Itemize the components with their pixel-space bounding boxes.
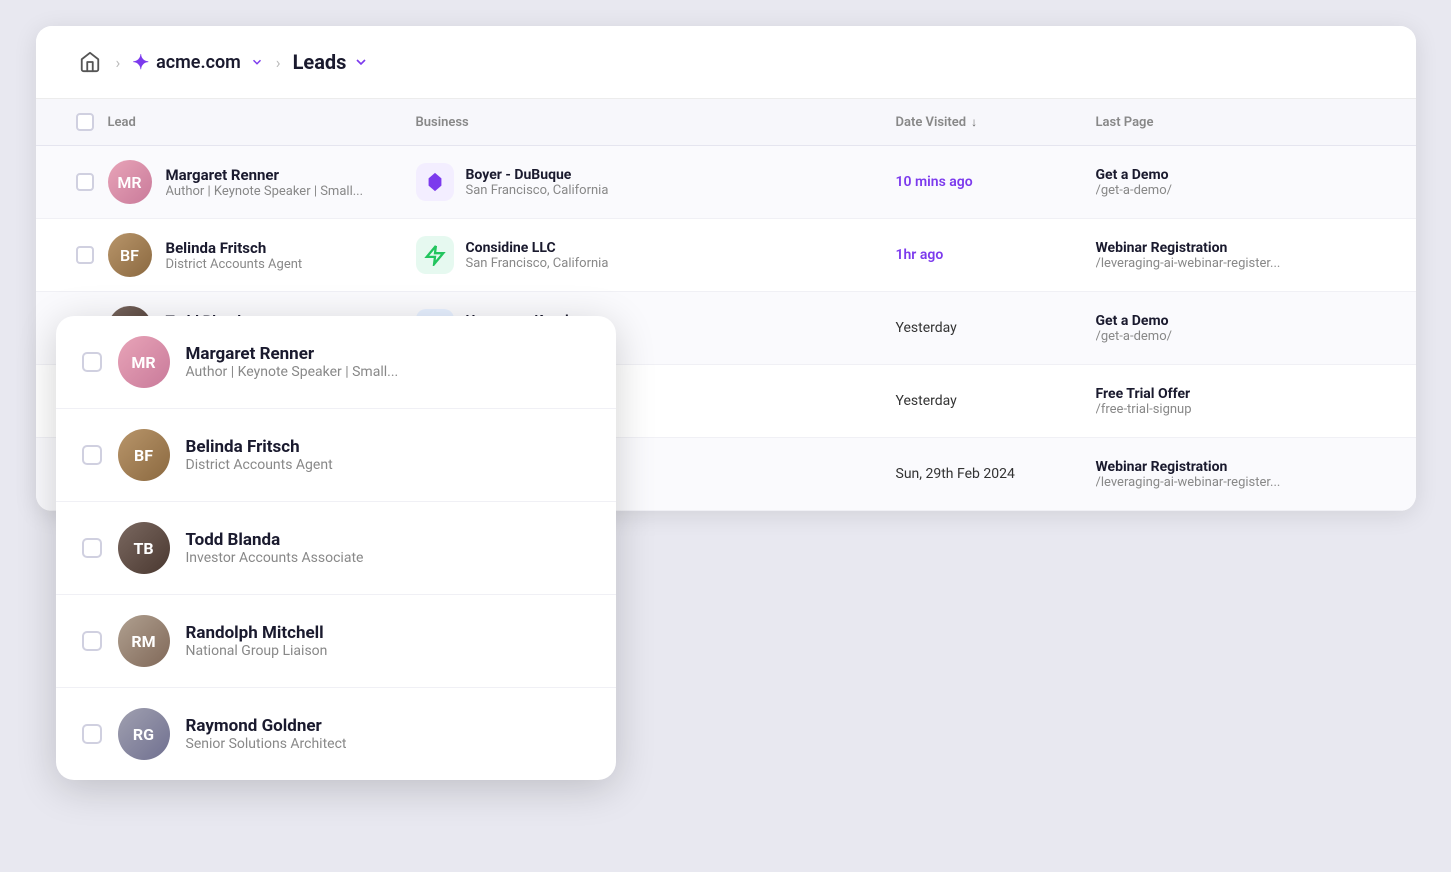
page-title: Get a Demo <box>1096 167 1376 183</box>
th-lead: Lead <box>76 113 416 131</box>
breadcrumb-sep-1: › <box>116 53 121 72</box>
overlay-avatar: BF <box>118 429 170 481</box>
table-row[interactable]: MR Margaret Renner Author | Keynote Spea… <box>36 146 1416 219</box>
date-visited: 1hr ago <box>896 247 1096 263</box>
overlay-list-item[interactable]: MR Margaret Renner Author | Keynote Spea… <box>56 316 616 409</box>
overlay-panel: MR Margaret Renner Author | Keynote Spea… <box>56 316 616 780</box>
biz-logo <box>416 236 454 274</box>
page-url: /get-a-demo/ <box>1096 183 1356 198</box>
overlay-title: National Group Liaison <box>186 643 328 659</box>
overlay-title: Author | Keynote Speaker | Small... <box>186 364 399 380</box>
page-title: Webinar Registration <box>1096 459 1376 475</box>
page-title: Free Trial Offer <box>1096 386 1376 402</box>
lead-cell: BF Belinda Fritsch District Accounts Age… <box>76 233 416 277</box>
overlay-checkbox[interactable] <box>82 631 102 651</box>
lead-info: Margaret Renner Author | Keynote Speaker… <box>166 166 364 199</box>
overlay-avatar: RG <box>118 708 170 760</box>
home-icon[interactable] <box>76 48 104 76</box>
brand-name: acme.com <box>156 52 241 73</box>
page-url: /free-trial-signup <box>1096 402 1356 417</box>
overlay-info: Belinda Fritsch District Accounts Agent <box>186 437 333 473</box>
overlay-info: Margaret Renner Author | Keynote Speaker… <box>186 344 399 380</box>
lead-cell: MR Margaret Renner Author | Keynote Spea… <box>76 160 416 204</box>
biz-name: Considine LLC <box>466 240 609 256</box>
date-visited: Sun, 29th Feb 2024 <box>896 466 1096 482</box>
table-header: Lead Business Date Visited ↓ Last Page <box>36 99 1416 146</box>
avatar: BF <box>108 233 152 277</box>
page-cell: Get a Demo /get-a-demo/ <box>1096 313 1376 344</box>
overlay-name: Margaret Renner <box>186 344 399 364</box>
page-cell: Free Trial Offer /free-trial-signup <box>1096 386 1376 417</box>
biz-name: Boyer - DuBuque <box>466 167 609 183</box>
page-url: /leveraging-ai-webinar-register... <box>1096 256 1356 271</box>
overlay-avatar: MR <box>118 336 170 388</box>
overlay-list-item[interactable]: TB Todd Blanda Investor Accounts Associa… <box>56 502 616 595</box>
select-all-checkbox[interactable] <box>76 113 94 131</box>
overlay-name: Randolph Mitchell <box>186 623 328 643</box>
lead-title: District Accounts Agent <box>166 257 303 272</box>
page-title: Webinar Registration <box>1096 240 1376 256</box>
overlay-checkbox[interactable] <box>82 352 102 372</box>
leads-label: Leads <box>293 50 347 74</box>
lead-title: Author | Keynote Speaker | Small... <box>166 184 364 199</box>
biz-location: San Francisco, California <box>466 183 609 198</box>
page-title: Get a Demo <box>1096 313 1376 329</box>
page-cell: Webinar Registration /leveraging-ai-webi… <box>1096 459 1376 490</box>
leads-dropdown-icon[interactable] <box>353 54 369 70</box>
overlay-list-item[interactable]: RG Raymond Goldner Senior Solutions Arch… <box>56 688 616 780</box>
overlay-title: Senior Solutions Architect <box>186 736 347 752</box>
overlay-checkbox[interactable] <box>82 445 102 465</box>
biz-info: Boyer - DuBuque San Francisco, Californi… <box>466 167 609 198</box>
breadcrumb-leads[interactable]: Leads <box>293 50 370 74</box>
biz-info: Considine LLC San Francisco, California <box>466 240 609 271</box>
lead-name: Margaret Renner <box>166 166 364 184</box>
avatar: MR <box>108 160 152 204</box>
date-visited: 10 mins ago <box>896 174 1096 190</box>
overlay-info: Raymond Goldner Senior Solutions Archite… <box>186 716 347 752</box>
row-checkbox[interactable] <box>76 246 94 264</box>
business-cell: Considine LLC San Francisco, California <box>416 236 896 274</box>
business-cell: Boyer - DuBuque San Francisco, Californi… <box>416 163 896 201</box>
overlay-checkbox[interactable] <box>82 538 102 558</box>
overlay-title: Investor Accounts Associate <box>186 550 364 566</box>
page-cell: Get a Demo /get-a-demo/ <box>1096 167 1376 198</box>
overlay-title: District Accounts Agent <box>186 457 333 473</box>
overlay-list-item[interactable]: RM Randolph Mitchell National Group Liai… <box>56 595 616 688</box>
overlay-avatar: TB <box>118 522 170 574</box>
breadcrumb: › ✦ acme.com › Leads <box>36 26 1416 99</box>
biz-location: San Francisco, California <box>466 256 609 271</box>
sort-arrow-icon: ↓ <box>971 115 977 129</box>
overlay-name: Belinda Fritsch <box>186 437 333 457</box>
row-checkbox[interactable] <box>76 173 94 191</box>
page-cell: Webinar Registration /leveraging-ai-webi… <box>1096 240 1376 271</box>
breadcrumb-sep-2: › <box>276 53 281 72</box>
overlay-info: Todd Blanda Investor Accounts Associate <box>186 530 364 566</box>
brand-star-icon: ✦ <box>132 50 149 74</box>
overlay-checkbox[interactable] <box>82 724 102 744</box>
lead-info: Belinda Fritsch District Accounts Agent <box>166 239 303 272</box>
biz-logo <box>416 163 454 201</box>
overlay-avatar: RM <box>118 615 170 667</box>
overlay-name: Raymond Goldner <box>186 716 347 736</box>
th-business: Business <box>416 115 896 130</box>
overlay-name: Todd Blanda <box>186 530 364 550</box>
overlay-list-item[interactable]: BF Belinda Fritsch District Accounts Age… <box>56 409 616 502</box>
brand-dropdown-icon[interactable] <box>250 55 264 69</box>
table-row[interactable]: BF Belinda Fritsch District Accounts Age… <box>36 219 1416 292</box>
breadcrumb-brand[interactable]: ✦ acme.com <box>132 50 263 74</box>
lead-name: Belinda Fritsch <box>166 239 303 257</box>
date-visited: Yesterday <box>896 320 1096 336</box>
th-last-page: Last Page <box>1096 115 1376 130</box>
page-url: /leveraging-ai-webinar-register... <box>1096 475 1356 490</box>
th-date-visited[interactable]: Date Visited ↓ <box>896 115 1096 130</box>
overlay-info: Randolph Mitchell National Group Liaison <box>186 623 328 659</box>
date-visited: Yesterday <box>896 393 1096 409</box>
page-url: /get-a-demo/ <box>1096 329 1356 344</box>
